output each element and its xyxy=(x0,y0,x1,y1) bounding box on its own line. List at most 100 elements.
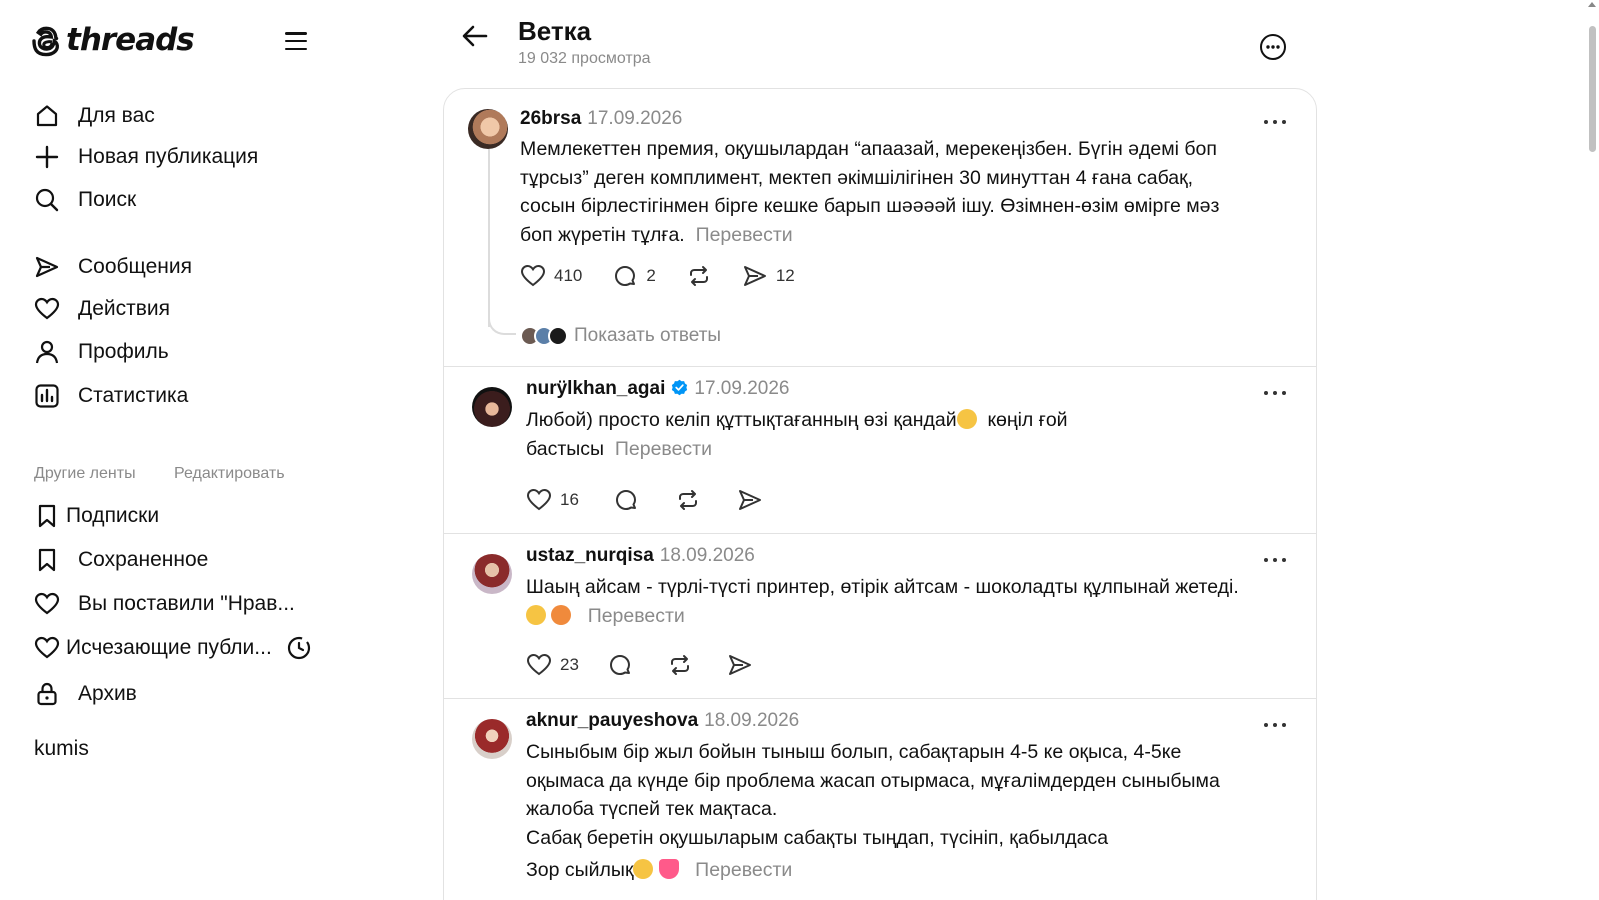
comment-icon xyxy=(609,655,630,675)
post-header: aknur_pauyeshova 18.09.2026 xyxy=(526,710,799,732)
post-date: 18.09.2026 xyxy=(704,710,800,731)
post-body: Мемлекеттен премия, оқушылардан “апаазай… xyxy=(520,135,1300,249)
avatar[interactable] xyxy=(472,719,512,759)
nav-label: Действия xyxy=(78,297,171,320)
nav-item-activity[interactable]: Действия xyxy=(34,296,170,322)
nav-label: Поиск xyxy=(78,188,137,211)
send-icon xyxy=(743,266,766,286)
heart-icon xyxy=(526,653,552,676)
heart-icon xyxy=(526,488,552,511)
share-button[interactable] xyxy=(727,652,753,678)
post-line: жалоба түспей тек мақтаса. xyxy=(526,798,778,820)
avatar[interactable] xyxy=(472,554,512,594)
like-button[interactable]: 410 xyxy=(520,263,582,289)
thread-line-curve xyxy=(488,315,516,335)
threads-wordmark: threads xyxy=(66,22,195,58)
hugging-emoji-icon xyxy=(956,409,977,429)
feed-label: Вы поставили "Нрав... xyxy=(78,592,295,615)
avatar[interactable] xyxy=(472,387,512,427)
like-button[interactable]: 16 xyxy=(526,487,579,513)
more-options-icon[interactable] xyxy=(1258,32,1288,62)
translate-link[interactable]: Перевести xyxy=(695,859,792,881)
username[interactable]: aknur_pauyeshova xyxy=(526,710,698,731)
feed-item-following[interactable]: Подписки xyxy=(34,503,159,529)
feed-item-archive[interactable]: Архив xyxy=(34,681,137,707)
page-scrollbar[interactable] xyxy=(1585,0,1599,900)
feed-label: Сохраненное xyxy=(78,548,209,571)
bookmark-icon xyxy=(34,503,60,529)
feed-label: Архив xyxy=(78,682,137,705)
post-date: 17.09.2026 xyxy=(587,108,683,129)
post: ustaz_nurqisa 18.09.2026 Шаың айсам - түр… xyxy=(444,534,1316,699)
edit-feeds-link[interactable]: Редактировать xyxy=(174,465,285,483)
avatar[interactable] xyxy=(468,109,508,149)
username[interactable]: ustaz_nurqisa xyxy=(526,545,654,566)
post-more-icon[interactable] xyxy=(1262,720,1288,730)
like-count: 410 xyxy=(554,266,583,285)
username[interactable]: nurÿlkhan_agai xyxy=(526,378,665,399)
like-button[interactable]: 23 xyxy=(526,652,579,678)
heart-icon xyxy=(34,296,60,322)
post-body: Сыныбым бір жыл бойын тыныш болып, сабақ… xyxy=(526,738,1306,885)
share-button[interactable]: 12 xyxy=(742,263,795,289)
verified-badge-icon xyxy=(672,379,688,396)
nav-item-for-you[interactable]: Для вас xyxy=(34,103,155,129)
scrollbar-thumb[interactable] xyxy=(1589,26,1596,152)
threads-logo[interactable]: threads xyxy=(32,22,195,58)
heart-emoji-icon xyxy=(658,859,679,879)
repost-button[interactable] xyxy=(667,652,693,678)
post-line: Любой) просто келіп құттықтағанның өзі қ… xyxy=(526,409,957,431)
nav-label: Профиль xyxy=(78,340,169,363)
nav-label: Сообщения xyxy=(78,255,192,278)
repost-icon xyxy=(670,655,689,675)
post-more-icon[interactable] xyxy=(1262,388,1288,398)
repost-button[interactable] xyxy=(675,487,701,513)
comment-icon xyxy=(615,490,636,510)
nav-item-profile[interactable]: Профиль xyxy=(34,339,169,365)
comment-button[interactable] xyxy=(613,487,639,513)
comment-button[interactable]: 2 xyxy=(612,263,656,289)
share-count: 12 xyxy=(775,266,795,285)
menu-icon[interactable] xyxy=(283,30,309,52)
plus-icon xyxy=(34,144,60,170)
feed-item-saved[interactable]: Сохраненное xyxy=(34,547,208,573)
sidebar: threads Для вас Новая публикация Поиск С… xyxy=(0,0,420,900)
scroll-up-arrow-icon[interactable] xyxy=(1588,2,1596,7)
heart-icon xyxy=(520,264,546,287)
nav-item-search[interactable]: Поиск xyxy=(34,187,136,213)
post-more-icon[interactable] xyxy=(1262,555,1288,565)
post-line: сосын бірлестігінмен бірге кешке барып ш… xyxy=(520,195,1220,217)
post-line: тұрсыз” деген комплимент, мектеп әкімшіл… xyxy=(520,166,1194,189)
feed-item-kumis[interactable]: kumis xyxy=(34,737,89,761)
translate-link[interactable]: Перевести xyxy=(588,605,685,627)
send-icon xyxy=(728,655,751,675)
post: 26brsa 17.09.2026 Мемлекеттен премия, оқу… xyxy=(444,89,1316,367)
post-line: Зор сыйлық xyxy=(526,859,634,881)
nav-label: Для вас xyxy=(78,104,155,127)
heart-icon xyxy=(34,591,60,617)
repost-button[interactable] xyxy=(686,263,712,289)
like-count: 23 xyxy=(560,655,579,674)
user-icon xyxy=(34,339,60,365)
comment-button[interactable] xyxy=(607,652,633,678)
nav-item-statistics[interactable]: Статистика xyxy=(34,383,188,409)
post-actions: 410 2 12 xyxy=(520,263,795,289)
share-button[interactable] xyxy=(737,487,763,513)
heart-icon xyxy=(34,635,60,661)
send-icon xyxy=(34,254,60,280)
feed-label: Исчезающие публи... xyxy=(66,636,272,659)
feed-item-disappearing[interactable]: Исчезающие публи... xyxy=(34,635,312,661)
translate-link[interactable]: Перевести xyxy=(696,224,793,246)
post-line: Мемлекеттен премия, оқушылардан “апаазай… xyxy=(520,138,1217,160)
back-arrow-icon[interactable] xyxy=(460,22,490,50)
repost-icon xyxy=(678,490,697,510)
feed-item-liked[interactable]: Вы поставили "Нрав... xyxy=(34,591,295,617)
post-header: nurÿlkhan_agai 17.09.2026 xyxy=(526,378,789,400)
translate-link[interactable]: Перевести xyxy=(615,438,712,460)
nav-item-new-post[interactable]: Новая публикация xyxy=(34,144,258,170)
show-replies-button[interactable]: Показать ответы xyxy=(520,325,721,347)
post-more-icon[interactable] xyxy=(1262,117,1288,127)
search-icon xyxy=(34,187,60,213)
nav-item-messages[interactable]: Сообщения xyxy=(34,254,192,280)
username[interactable]: 26brsa xyxy=(520,108,581,129)
